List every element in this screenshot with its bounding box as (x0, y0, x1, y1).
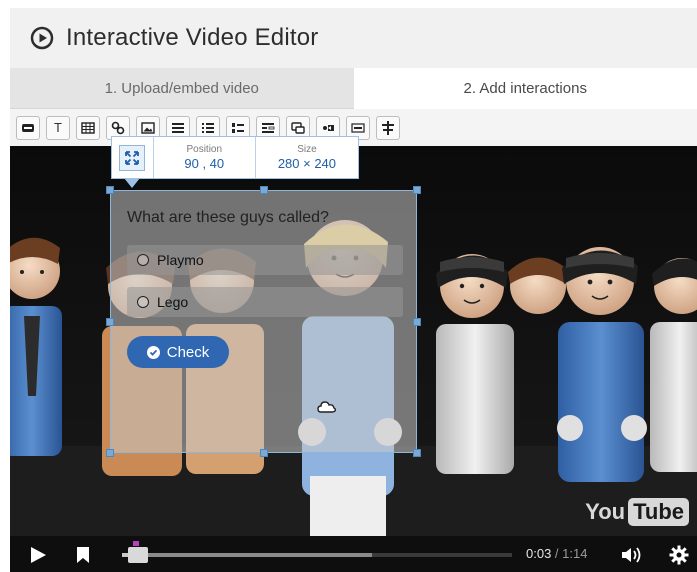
progress-loaded (122, 553, 372, 557)
label-tool-button[interactable] (16, 115, 40, 140)
navigation-icon (382, 120, 394, 135)
size-field[interactable]: Size 280 × 240 (256, 137, 358, 178)
text-tool-button[interactable]: T (46, 115, 70, 140)
resize-handle-bottom-right[interactable] (413, 449, 421, 457)
resize-handle-top-left[interactable] (106, 186, 114, 194)
gear-icon (669, 545, 689, 565)
time-duration: 1:14 (562, 546, 588, 561)
time-separator: / (551, 546, 563, 561)
answer-option-lego[interactable]: Lego (127, 287, 403, 317)
resize-handle-top-right[interactable] (413, 186, 421, 194)
cursor-icon (317, 401, 337, 413)
youtube-logo[interactable]: You Tube (585, 498, 689, 526)
play-button[interactable] (28, 545, 48, 565)
image-icon (141, 121, 155, 134)
interaction-overlay[interactable]: What are these guys called? Playmo Lego … (106, 186, 421, 457)
table-tool-button[interactable] (76, 115, 100, 140)
link-icon (111, 121, 125, 134)
editor-app: Interactive Video Editor 1. Upload/embed… (10, 8, 697, 572)
drag-words-icon (351, 122, 365, 133)
interaction-marker[interactable] (133, 541, 139, 546)
statements-icon (172, 122, 184, 133)
resize-handle-bottom-left[interactable] (106, 449, 114, 457)
move-button[interactable] (112, 137, 154, 178)
answer-label: Playmo (157, 252, 204, 268)
table-icon (81, 121, 95, 134)
summary-icon (291, 121, 305, 134)
answer-label: Lego (157, 294, 189, 310)
label-icon (22, 123, 34, 132)
time-display: 0:03 / 1:14 (526, 546, 587, 561)
position-field[interactable]: Position 90 , 40 (154, 137, 256, 178)
volume-icon (622, 547, 641, 563)
play-icon (31, 547, 46, 563)
youtube-logo-tube: Tube (628, 498, 689, 526)
play-circle-icon (30, 26, 54, 50)
resize-handle-right[interactable] (413, 318, 421, 326)
app-title: Interactive Video Editor (66, 24, 319, 51)
question-text: What are these guys called? (127, 209, 329, 226)
editor-header: Interactive Video Editor (10, 8, 697, 68)
multiple-choice-icon (202, 122, 214, 133)
radio-icon (137, 254, 149, 266)
check-button-label: Check (166, 343, 210, 361)
checkmark-icon (146, 345, 160, 359)
radio-icon (137, 296, 149, 308)
check-button[interactable]: Check (127, 336, 229, 368)
single-choice-icon (323, 124, 334, 131)
size-value[interactable]: 280 × 240 (278, 156, 336, 171)
resize-handle-bottom[interactable] (260, 449, 268, 457)
youtube-logo-you: You (585, 499, 626, 524)
answer-option-playmo[interactable]: Playmo (127, 245, 403, 275)
video-player[interactable]: You Tube What are these guys called? Pla… (10, 146, 697, 572)
move-arrows-icon (125, 150, 140, 165)
scrubber-handle[interactable] (128, 547, 148, 563)
bookmark-button[interactable] (74, 545, 92, 565)
bookmark-icon (77, 547, 89, 563)
fill-blanks-icon (262, 122, 275, 133)
step-tabs: 1. Upload/embed video 2. Add interaction… (10, 68, 697, 109)
move-icon-frame (119, 144, 146, 171)
resize-handle-top[interactable] (260, 186, 268, 194)
progress-bar[interactable] (122, 553, 512, 557)
navigation-tool-button[interactable] (376, 115, 400, 140)
tab-add-interactions[interactable]: 2. Add interactions (353, 68, 697, 109)
size-label: Size (297, 144, 317, 155)
text-icon: T (54, 120, 62, 135)
resize-handle-left[interactable] (106, 318, 114, 326)
popup-pointer (124, 178, 140, 188)
position-value[interactable]: 90 , 40 (184, 156, 224, 171)
position-size-popup: Position 90 , 40 Size 280 × 240 (111, 136, 359, 179)
volume-button[interactable] (620, 545, 644, 565)
player-controls: 0:03 / 1:14 (10, 536, 697, 572)
position-label: Position (186, 144, 223, 155)
time-current: 0:03 (526, 546, 552, 561)
true-false-icon (232, 122, 244, 133)
tab-upload-embed[interactable]: 1. Upload/embed video (10, 68, 354, 109)
settings-button[interactable] (668, 544, 690, 566)
